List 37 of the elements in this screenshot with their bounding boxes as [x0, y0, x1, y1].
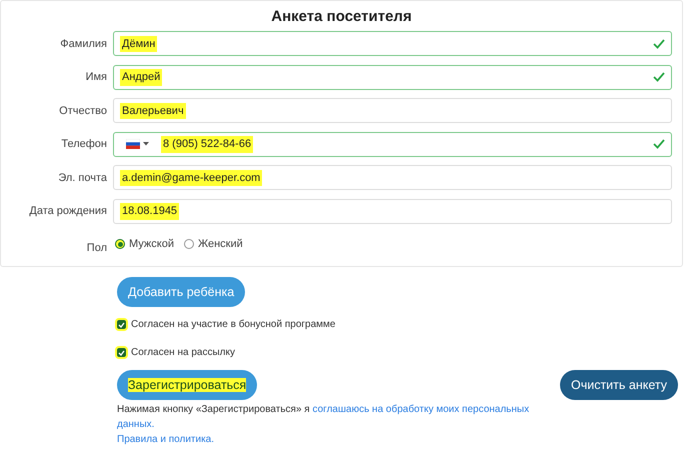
- checkbox[interactable]: Согласен на рассылку: [117, 345, 678, 360]
- field-label: Дата рождения: [28, 204, 108, 219]
- field-value: Дёмин: [120, 36, 158, 52]
- consent-link[interactable]: соглашаюсь на обработку моих персональных: [312, 404, 530, 415]
- field-label: Фамилия: [59, 36, 108, 52]
- checkmark-icon: [653, 72, 665, 82]
- caret-icon: [143, 142, 149, 146]
- field-value: Валерьевич: [120, 102, 186, 119]
- field-label: Пол: [86, 241, 108, 256]
- form-title: Анкета посетителя: [270, 7, 413, 27]
- checkmark-icon: [118, 350, 125, 356]
- checkmark-icon: [653, 38, 665, 49]
- input-field[interactable]: Андрей: [113, 64, 672, 90]
- field-label: Отчество: [58, 104, 108, 118]
- checkmark-icon: [118, 322, 125, 328]
- field-value: a.demin@game-keeper.com: [120, 170, 262, 186]
- register-button[interactable]: Зарегистрироваться: [117, 370, 258, 400]
- field-value: 8 (905) 522-84-66: [161, 136, 254, 152]
- field-label: Эл. почта: [57, 170, 108, 186]
- input-field[interactable]: a.demin@game-keeper.com: [113, 165, 672, 190]
- input-field[interactable]: Дёмин: [113, 31, 672, 56]
- checkbox[interactable]: Согласен на участие в бонусной программе: [117, 317, 678, 332]
- field-label: Телефон: [60, 137, 108, 152]
- policy-link[interactable]: Правила и политика.: [117, 432, 214, 447]
- checkmark-icon: [653, 139, 665, 150]
- input-field[interactable]: Валерьевич: [113, 98, 672, 124]
- radio-option[interactable]: Женский: [184, 236, 243, 252]
- input-field[interactable]: 8 (905) 522-84-66: [113, 132, 672, 157]
- flag-icon: [126, 139, 140, 150]
- radio-option[interactable]: Мужской: [115, 236, 174, 252]
- field-value: 18.08.1945: [120, 203, 180, 220]
- input-field[interactable]: 18.08.1945: [113, 198, 672, 224]
- consent-link[interactable]: данных.: [117, 419, 154, 430]
- clear-form-button[interactable]: Очистить анкету: [560, 370, 678, 400]
- field-label: Имя: [84, 70, 108, 85]
- field-value: Андрей: [120, 69, 162, 86]
- consent-text: Нажимая кнопку «Зарегистрироваться» я соглашаюсь на обработку моих персональных данных.: [117, 403, 530, 432]
